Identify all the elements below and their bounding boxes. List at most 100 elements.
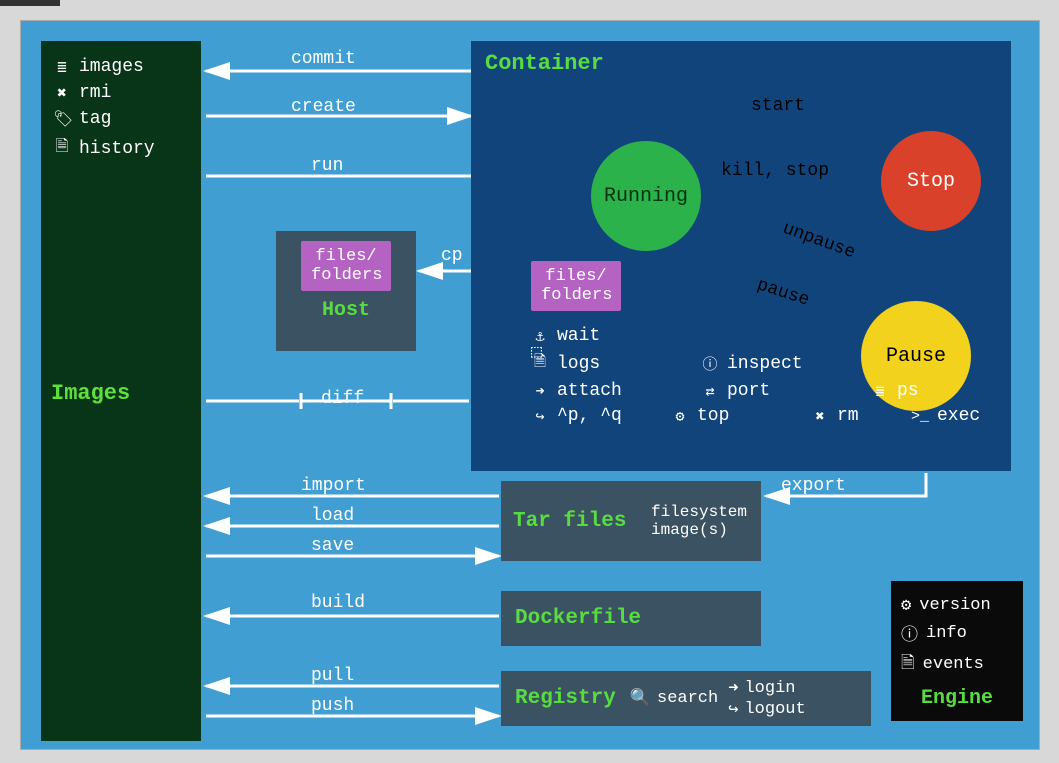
- logout-icon: ↪: [531, 407, 549, 426]
- host-title: Host: [276, 299, 416, 322]
- label: Running: [604, 185, 688, 208]
- cmd-tag: 🏷 tag: [53, 109, 189, 129]
- logout-icon: ↪: [728, 699, 738, 720]
- tag-icon: 🏷: [53, 109, 71, 129]
- arrow-diff: diff: [321, 389, 364, 409]
- cmd-logout: ↪ logout: [728, 699, 805, 720]
- cmd-inspect: ⓘ inspect: [701, 351, 851, 376]
- arrow-load: load: [311, 506, 354, 526]
- search-icon: 🔍: [630, 688, 651, 709]
- container-command-grid: ⚓wait 🗎logs ⓘ inspect ➜ attach ⇄ port ≣ ps ↪…: [531, 321, 991, 431]
- window-topbar: [0, 0, 60, 6]
- cmd-history: 🗎 history: [53, 135, 189, 162]
- dockerfile-title: Dockerfile: [515, 607, 641, 630]
- label: logs: [557, 354, 600, 374]
- x-icon: ✖: [53, 83, 71, 103]
- label: top: [697, 406, 729, 426]
- gear-icon: ⚙: [901, 595, 911, 616]
- registry-panel: Registry 🔍 search ➜ login ↪ logout: [501, 671, 871, 726]
- cmd-attach: ➜ attach: [531, 381, 681, 401]
- container-files-box: files/ folders: [531, 261, 621, 311]
- cmd-rmi: ✖ rmi: [53, 83, 189, 103]
- label: ps: [897, 381, 919, 401]
- cmd-rm: ✖ rm: [811, 406, 891, 426]
- cmd-port: ⇄ port: [701, 381, 851, 401]
- host-files-box: files/ folders: [301, 241, 391, 291]
- label: wait: [557, 326, 600, 346]
- images-panel: ≣ images ✖ rmi 🏷 tag 🗎 history Images: [41, 41, 201, 741]
- arrow-push: push: [311, 696, 354, 716]
- label: Stop: [907, 170, 955, 193]
- cursor-icon: ⬚: [531, 341, 542, 363]
- tar-panel: Tar files filesystem image(s): [501, 481, 761, 561]
- list-icon: ≣: [53, 57, 71, 77]
- arrow-export: export: [781, 476, 846, 496]
- state-running: Running: [591, 141, 701, 251]
- arrow-kill-stop: kill, stop: [721, 161, 829, 181]
- tar-title: Tar files: [513, 510, 626, 533]
- label: exec: [937, 406, 980, 426]
- doc-icon: 🗎: [53, 135, 71, 162]
- label: history: [79, 139, 155, 159]
- arrow-create: create: [291, 97, 356, 117]
- arrow-start: start: [751, 96, 805, 116]
- arrow-cp: cp: [441, 246, 463, 266]
- state-stop: Stop: [881, 131, 981, 231]
- cmd-exec: >_ exec: [911, 406, 991, 426]
- container-panel: Container Running Stop Pause files/ fold…: [471, 41, 1011, 471]
- label: images: [79, 57, 144, 77]
- host-panel: files/ folders Host: [276, 231, 416, 351]
- cmd-search: 🔍 search: [630, 688, 718, 709]
- cmd-logs: 🗎logs: [531, 351, 681, 376]
- label: info: [926, 624, 967, 643]
- cmd-ps: ≣ ps: [871, 381, 971, 401]
- label: version: [919, 596, 990, 615]
- cmd-login: ➜ login: [728, 678, 805, 699]
- label: port: [727, 381, 770, 401]
- diagram-canvas: ≣ images ✖ rmi 🏷 tag 🗎 history Images files/…: [20, 20, 1040, 750]
- label: inspect: [727, 354, 803, 374]
- label: ^p, ^q: [557, 406, 622, 426]
- cmd-events: 🗎 events: [901, 650, 1013, 679]
- arrow-pull: pull: [311, 666, 354, 686]
- label: files/ folders: [541, 267, 612, 305]
- cmd-images: ≣ images: [53, 57, 189, 77]
- label: logout: [744, 700, 805, 719]
- cmd-detach: ↪ ^p, ^q: [531, 406, 651, 426]
- list-icon: ≣: [871, 382, 889, 401]
- engine-panel: ⚙ version ⓘ info 🗎 events Engine: [891, 581, 1023, 721]
- x-icon: ✖: [811, 407, 829, 426]
- info-icon: ⓘ: [901, 620, 918, 646]
- label: events: [923, 655, 984, 674]
- arrow-build: build: [311, 593, 365, 613]
- cmd-top: ⚙ top: [671, 406, 791, 426]
- arrow-save: save: [311, 536, 354, 556]
- arrow-commit: commit: [291, 49, 356, 69]
- login-icon: ➜: [728, 678, 738, 699]
- info-icon: ⓘ: [701, 353, 719, 374]
- cmd-info: ⓘ info: [901, 620, 1013, 646]
- tar-images: image(s): [651, 521, 747, 539]
- arrow-run: run: [311, 156, 343, 176]
- gears-icon: ⚙: [671, 407, 689, 426]
- container-title: Container: [485, 51, 997, 76]
- swap-icon: ⇄: [701, 382, 719, 401]
- registry-title: Registry: [515, 687, 616, 710]
- label: rmi: [79, 83, 111, 103]
- label: rm: [837, 406, 859, 426]
- terminal-icon: >_: [911, 408, 929, 425]
- label: tag: [79, 109, 111, 129]
- cmd-wait: ⚓wait: [531, 326, 681, 346]
- label: login: [744, 679, 795, 698]
- login-icon: ➜: [531, 382, 549, 401]
- arrow-import: import: [301, 476, 366, 496]
- label: search: [657, 689, 718, 708]
- doc-icon: 🗎: [901, 650, 915, 679]
- engine-title: Engine: [901, 687, 1013, 710]
- tar-filesystem: filesystem: [651, 503, 747, 521]
- cmd-version: ⚙ version: [901, 595, 1013, 616]
- label: attach: [557, 381, 622, 401]
- images-title: Images: [51, 381, 130, 406]
- tar-rows: filesystem image(s): [651, 497, 761, 545]
- label: files/ folders: [311, 247, 382, 285]
